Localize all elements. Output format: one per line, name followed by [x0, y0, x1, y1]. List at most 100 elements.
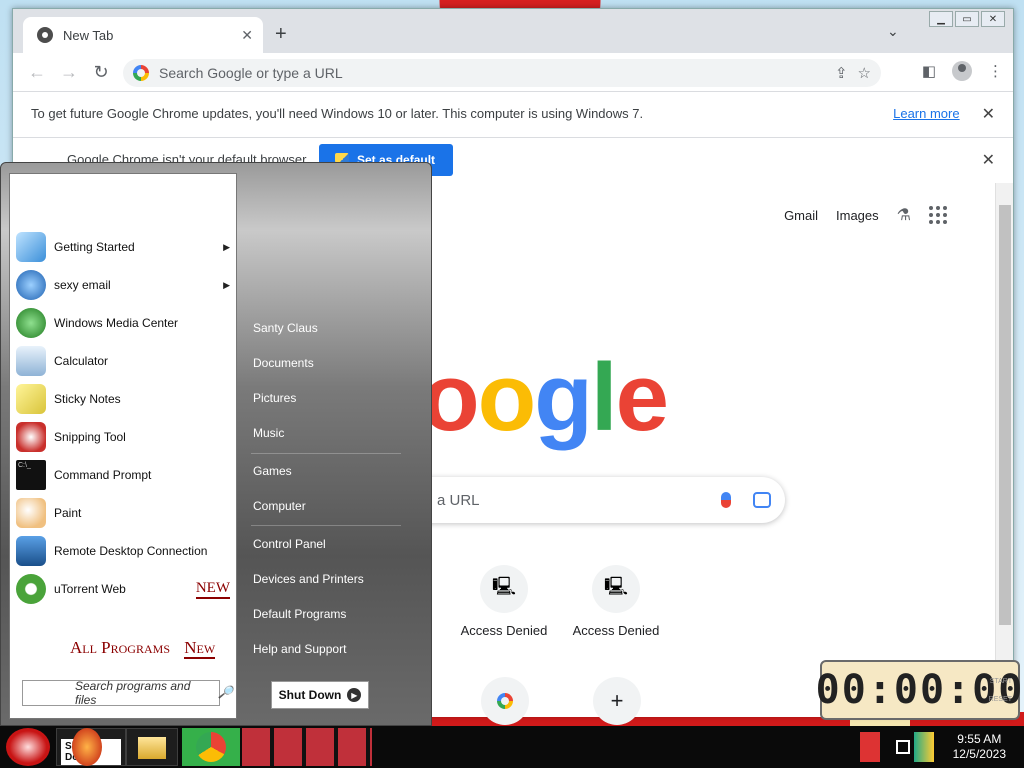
start-link-music[interactable]: Music — [253, 426, 284, 440]
all-programs-button[interactable]: All Programs New — [70, 638, 216, 659]
google-logo: oogle — [421, 344, 669, 451]
start-link-control-panel[interactable]: Control Panel — [253, 537, 326, 551]
snipping-tool-icon — [16, 422, 46, 452]
submenu-arrow-icon: ▶ — [223, 279, 230, 290]
shutdown-label: Shut Down — [278, 688, 342, 702]
side-panel-icon[interactable]: ◧ — [922, 62, 936, 80]
start-item-sticky-notes[interactable]: Sticky Notes — [16, 382, 230, 416]
firefox-icon[interactable] — [72, 728, 102, 766]
start-item-media-center[interactable]: Windows Media Center — [16, 306, 230, 340]
countdown-gadget[interactable]: 00:00:00 START RESET — [816, 660, 1022, 720]
tab-search-chevron-icon[interactable]: ⌄ — [887, 23, 899, 40]
start-link-computer[interactable]: Computer — [253, 499, 306, 513]
chrome-taskbar-icon[interactable] — [182, 728, 240, 766]
page-scrollbar[interactable] — [995, 183, 1013, 717]
getting-started-icon — [16, 232, 46, 262]
reload-icon[interactable]: ↻ — [85, 62, 117, 83]
taskbar-open-windows[interactable] — [242, 728, 372, 766]
start-link-games[interactable]: Games — [253, 464, 292, 478]
start-item-remote-desktop[interactable]: Remote Desktop Connection — [16, 534, 230, 568]
new-badge: NEW — [195, 580, 230, 599]
start-item-label: Remote Desktop Connection — [54, 544, 208, 558]
labs-flask-icon[interactable]: ⚗ — [897, 205, 911, 225]
volume-icon[interactable] — [914, 732, 934, 762]
voice-search-icon[interactable] — [721, 492, 731, 508]
tab-new-tab[interactable]: New Tab ✕ — [23, 17, 263, 53]
start-item-command-prompt[interactable]: C:\_ Command Prompt — [16, 458, 230, 492]
start-item-calculator[interactable]: Calculator — [16, 344, 230, 378]
start-link-pictures[interactable]: Pictures — [253, 391, 296, 405]
start-link-devices-printers[interactable]: Devices and Printers — [253, 572, 364, 586]
network-icon[interactable] — [896, 740, 910, 754]
start-item-getting-started[interactable]: Getting Started ▶ — [16, 230, 230, 264]
gadget-start-label[interactable]: START — [990, 678, 1012, 685]
separator — [251, 525, 401, 526]
start-link-default-programs[interactable]: Default Programs — [253, 607, 346, 621]
shortcut-tile[interactable]: 🖳 Access Denied — [449, 565, 559, 638]
shortcut-label: Access Denied — [460, 623, 548, 638]
start-menu-links-pane: Santy Claus Documents Pictures Music Gam… — [249, 163, 429, 723]
share-icon[interactable]: ⇪ — [835, 64, 848, 82]
shutdown-button[interactable]: Shut Down ▶ — [271, 681, 369, 709]
start-item-label: Snipping Tool — [54, 430, 126, 444]
gmail-link[interactable]: Gmail — [784, 208, 818, 223]
close-infobar-icon[interactable]: ✕ — [982, 104, 995, 124]
back-icon[interactable]: ← — [21, 62, 53, 83]
omnibox[interactable]: Search Google or type a URL ⇪ ☆ — [123, 59, 881, 87]
chrome-icon — [497, 693, 513, 709]
learn-more-link[interactable]: Learn more — [893, 106, 959, 121]
computer-icon: 🖳 — [480, 565, 528, 613]
submenu-arrow-icon: ▶ — [223, 241, 230, 252]
start-link-santy-claus[interactable]: Santy Claus — [253, 321, 318, 335]
tray-app-icon[interactable] — [860, 732, 880, 762]
window-controls: ▁ ▭ ✕ — [929, 11, 1005, 27]
chrome-logo-icon — [196, 732, 226, 762]
explorer-icon[interactable] — [126, 728, 178, 766]
start-search-box[interactable]: Search programs and files 🔎 — [22, 679, 233, 707]
paint-palette-icon — [16, 498, 46, 528]
start-item-label: sexy email — [54, 278, 111, 292]
google-lens-icon[interactable] — [753, 492, 771, 508]
close-tab-icon[interactable]: ✕ — [241, 27, 253, 44]
utorrent-icon — [16, 574, 46, 604]
close-default-infobar-icon[interactable]: ✕ — [982, 150, 995, 170]
start-item-email[interactable]: sexy email ▶ — [16, 268, 230, 302]
clock-time: 9:55 AM — [957, 732, 1002, 746]
all-programs-badge: New — [184, 638, 216, 659]
images-link[interactable]: Images — [836, 208, 879, 223]
start-item-label: uTorrent Web — [54, 582, 126, 596]
start-item-paint[interactable]: Paint — [16, 496, 230, 530]
profile-icon[interactable] — [952, 61, 972, 81]
start-item-utorrent[interactable]: uTorrent Web NEW — [16, 572, 230, 606]
computer-icon: 🖳 — [592, 565, 640, 613]
shutdown-options-icon[interactable]: ▶ — [347, 688, 362, 702]
thunderbird-icon — [16, 270, 46, 300]
remote-desktop-icon — [16, 536, 46, 566]
taskbar: Shut Down 9:55 AM 12/5/2023 — [0, 726, 1024, 768]
start-item-snipping-tool[interactable]: Snipping Tool — [16, 420, 230, 454]
maximize-button[interactable]: ▭ — [955, 11, 979, 27]
menu-icon[interactable]: ⋮ — [988, 62, 1003, 80]
start-link-help-support[interactable]: Help and Support — [253, 642, 346, 656]
start-orb-icon[interactable] — [6, 728, 50, 766]
add-shortcut-button[interactable]: + — [593, 677, 641, 725]
new-tab-button[interactable]: + — [275, 23, 287, 46]
start-link-documents[interactable]: Documents — [253, 356, 314, 370]
star-icon[interactable]: ☆ — [858, 64, 871, 82]
start-item-label: Sticky Notes — [54, 392, 121, 406]
scrollbar-thumb[interactable] — [999, 205, 1011, 625]
taskbar-clock[interactable]: 9:55 AM 12/5/2023 — [953, 732, 1006, 762]
gadget-reset-label[interactable]: RESET — [989, 696, 1012, 703]
minimize-button[interactable]: ▁ — [929, 11, 953, 27]
update-infobar: To get future Google Chrome updates, you… — [13, 91, 1013, 135]
browser-toolbar: ← → ↻ Search Google or type a URL ⇪ ☆ ◧ … — [13, 53, 1013, 91]
start-menu-programs-pane: Getting Started ▶ sexy email ▶ Windows M… — [9, 173, 237, 719]
google-g-icon — [133, 65, 149, 81]
update-message: To get future Google Chrome updates, you… — [31, 106, 644, 121]
apps-grid-icon[interactable] — [929, 206, 947, 224]
shortcut-tile[interactable]: 🖳 Access Denied — [561, 565, 671, 638]
close-window-button[interactable]: ✕ — [981, 11, 1005, 27]
sticky-notes-icon — [16, 384, 46, 414]
chrome-shortcut-tile[interactable] — [481, 677, 529, 725]
forward-icon[interactable]: → — [53, 62, 85, 83]
